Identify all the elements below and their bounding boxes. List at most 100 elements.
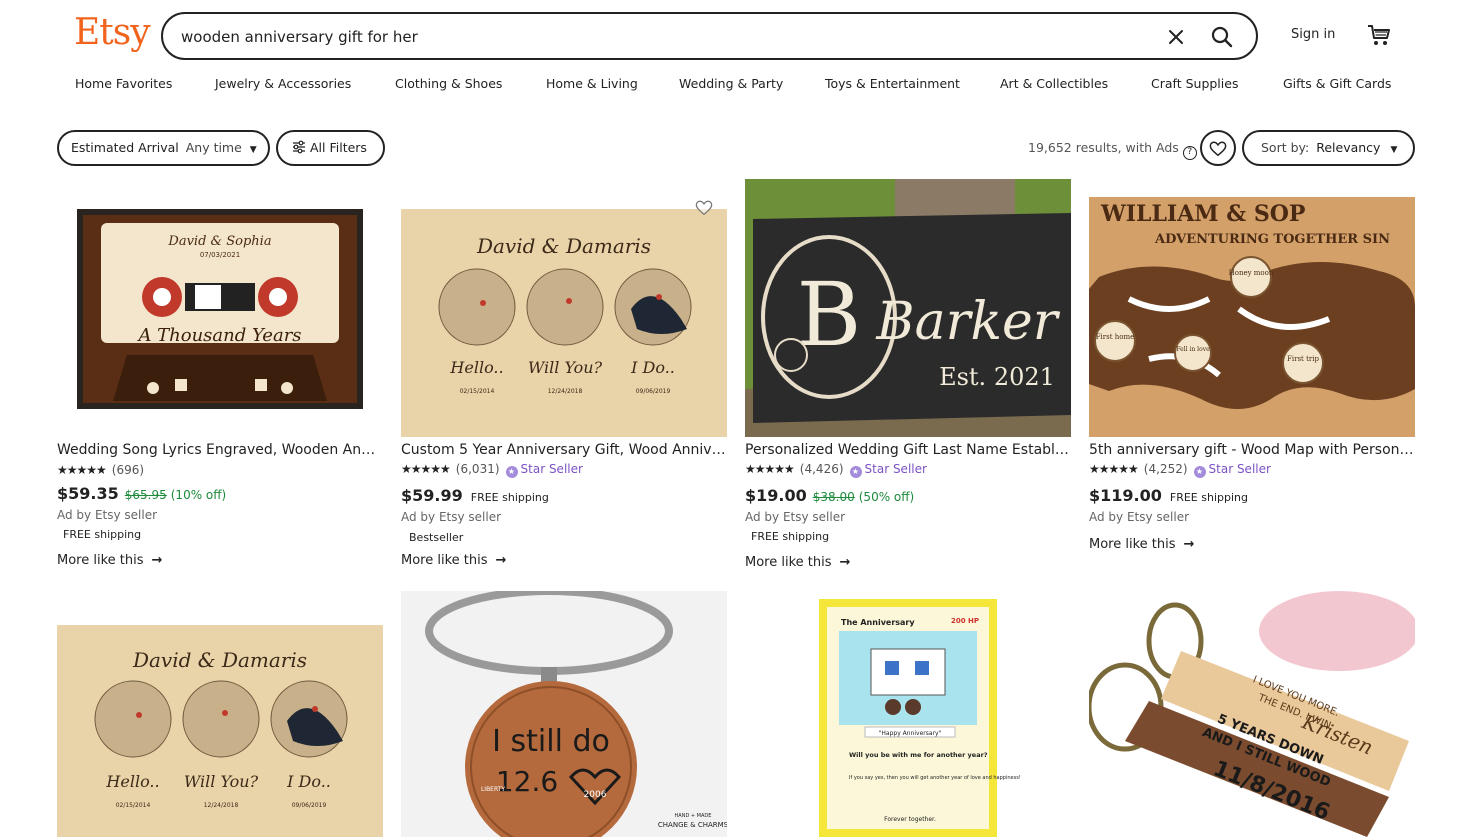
cassette-date: 07/03/2021 [200,251,240,259]
star-seller-icon: ★ [505,466,518,478]
listing-image[interactable]: The Anniversary 200 HP "Happy Anniversar… [745,591,1071,837]
listing-image[interactable]: I LOVE YOU MORE. THE END. I WIN. Kristen… [1089,591,1415,837]
all-filters-button[interactable]: All Filters [276,130,385,166]
cassette-image: David & Sophia 07/03/2021 A Thousand Yea… [57,179,383,437]
review-count: (4,252) [1143,462,1188,476]
rating-stars: ★★★★★ [745,462,795,476]
listing-card[interactable]: WILLIAM & SOP ADVENTURING TOGETHER SIN H… [1089,179,1415,579]
map-word-1: Hello.. [449,358,503,377]
listing-image[interactable]: David & Damaris Hello.. Will You? I Do..… [401,179,727,437]
free-shipping-badge: FREE shipping [745,530,836,543]
site-header: Etsy Sign in [0,0,1478,70]
star-seller-badge: ★ Star Seller [1193,462,1271,478]
penny-line1: I still do [492,724,610,759]
listing-rating: ★★★★★ (696) [57,463,144,477]
help-icon[interactable]: ? [1182,146,1197,160]
original-price: $38.00 [812,490,855,504]
nav-art-collectibles[interactable]: Art & Collectibles [1000,76,1108,91]
star-seller-icon: ★ [1193,466,1206,478]
worldmap-line2: ADVENTURING TOGETHER SIN [1154,232,1390,247]
card-small-text: If you say yes, then you will get anothe… [849,775,1021,781]
estimated-arrival-filter[interactable]: Estimated Arrival Any time ▼ [57,130,270,166]
map-date-1: 02/15/2014 [460,388,495,395]
review-count: (4,426) [799,462,844,476]
listing-card[interactable]: David & Damaris Hello.. Will You? I Do..… [401,179,727,579]
map-date-3: 09/06/2019 [292,802,327,809]
cassette-song: A Thousand Years [136,325,301,346]
search-icon[interactable] [1209,24,1235,50]
nav-gifts-gift-cards[interactable]: Gifts & Gift Cards [1283,76,1391,91]
cart-icon[interactable] [1366,22,1392,48]
more-like-this-link[interactable]: More like this → [745,555,850,570]
price-value: $19.00 [745,486,807,505]
sign-in-link[interactable]: Sign in [1291,27,1335,42]
nav-toys-entertainment[interactable]: Toys & Entertainment [825,76,960,91]
nav-home-living[interactable]: Home & Living [546,76,638,91]
nav-wedding-party[interactable]: Wedding & Party [679,76,783,91]
review-count: (6,031) [455,462,500,476]
penny-brand: CHANGE & CHARMS [658,821,727,829]
clear-search-icon[interactable] [1165,26,1187,48]
sign-name: Barker [875,292,1060,352]
search-input[interactable] [181,25,1141,49]
pin-label-1: Honey moon [1229,269,1274,277]
search-bar[interactable] [161,12,1258,60]
star-seller-label: Star Seller [520,462,583,476]
map-date-2: 12/24/2018 [548,388,583,395]
rating-stars: ★★★★★ [1089,462,1139,476]
listing-title[interactable]: Wedding Song Lyrics Engraved, Wooden Ann… [57,442,383,458]
listing-price: $59.99 FREE shipping [401,486,549,505]
listing-image[interactable]: David & Sophia 07/03/2021 A Thousand Yea… [57,179,383,437]
card-title: The Anniversary [841,618,915,627]
map-word-2: Will You? [184,772,259,791]
listing-card[interactable]: The Anniversary 200 HP "Happy Anniversar… [745,591,1071,837]
save-search-button[interactable] [1200,130,1236,166]
listing-image[interactable]: B Barker Est. 2021 [745,179,1071,437]
penny-keychain-image: I still do 12.6 2006 LIBERTY HAND + MADE… [401,591,727,837]
listing-card[interactable]: David & Damaris Hello.. Will You? I Do..… [57,591,383,837]
sort-label: Sort by: [1261,140,1310,155]
listing-price: $119.00 FREE shipping [1089,486,1248,505]
penny-line2: 12.6 [496,765,558,798]
star-seller-badge: ★ Star Seller [505,462,583,478]
category-nav: Home Favorites Jewelry & Accessories Clo… [0,76,1478,96]
arrival-value: Any time [185,140,242,155]
listing-image[interactable]: WILLIAM & SOP ADVENTURING TOGETHER SIN H… [1089,179,1415,437]
price-value: $59.35 [57,484,119,503]
listing-title[interactable]: Custom 5 Year Anniversary Gift, Wood Ann… [401,442,727,458]
nav-home-favorites[interactable]: Home Favorites [75,76,172,91]
sort-dropdown[interactable]: Sort by: Relevancy ▼ [1242,130,1415,166]
star-seller-icon: ★ [849,466,862,478]
free-shipping-badge: FREE shipping [57,528,148,541]
listing-image[interactable]: I still do 12.6 2006 LIBERTY HAND + MADE… [401,591,727,837]
card-banner: "Happy Anniversary" [879,730,942,737]
more-like-this-link[interactable]: More like this → [401,553,506,568]
nav-craft-supplies[interactable]: Craft Supplies [1151,76,1238,91]
nav-clothing-shoes[interactable]: Clothing & Shoes [395,76,502,91]
listing-card[interactable]: I LOVE YOU MORE. THE END. I WIN. Kristen… [1089,591,1415,837]
caret-down-icon: ▼ [249,145,257,155]
anniversary-card-image: The Anniversary 200 HP "Happy Anniversar… [745,591,1071,837]
etsy-logo[interactable]: Etsy [74,12,151,53]
more-like-this-label: More like this [1089,537,1176,552]
heart-icon [1209,141,1227,157]
map-date-3: 09/06/2019 [636,388,671,395]
favorite-heart-icon[interactable] [695,199,713,217]
listing-title[interactable]: 5th anniversary gift - Wood Map with Per… [1089,442,1415,458]
listing-price: $19.00 $38.00 (50% off) [745,486,914,505]
star-seller-label: Star Seller [864,462,927,476]
listing-card[interactable]: B Barker Est. 2021 Personalized Wedding … [745,179,1071,579]
cassette-names: David & Sophia [167,234,271,249]
listing-card[interactable]: I still do 12.6 2006 LIBERTY HAND + MADE… [401,591,727,837]
listing-title[interactable]: Personalized Wedding Gift Last Name Esta… [745,442,1071,458]
more-like-this-link[interactable]: More like this → [57,553,162,568]
listing-image[interactable]: David & Damaris Hello.. Will You? I Do..… [57,591,383,837]
listing-card[interactable]: David & Sophia 07/03/2021 A Thousand Yea… [57,179,383,579]
name-sign-image: B Barker Est. 2021 [745,179,1071,437]
ad-label: Ad by Etsy seller [1089,510,1190,524]
price-value: $119.00 [1089,486,1162,505]
ad-label: Ad by Etsy seller [401,510,502,524]
rating-stars: ★★★★★ [57,463,107,477]
nav-jewelry-accessories[interactable]: Jewelry & Accessories [215,76,351,91]
more-like-this-link[interactable]: More like this → [1089,537,1194,552]
